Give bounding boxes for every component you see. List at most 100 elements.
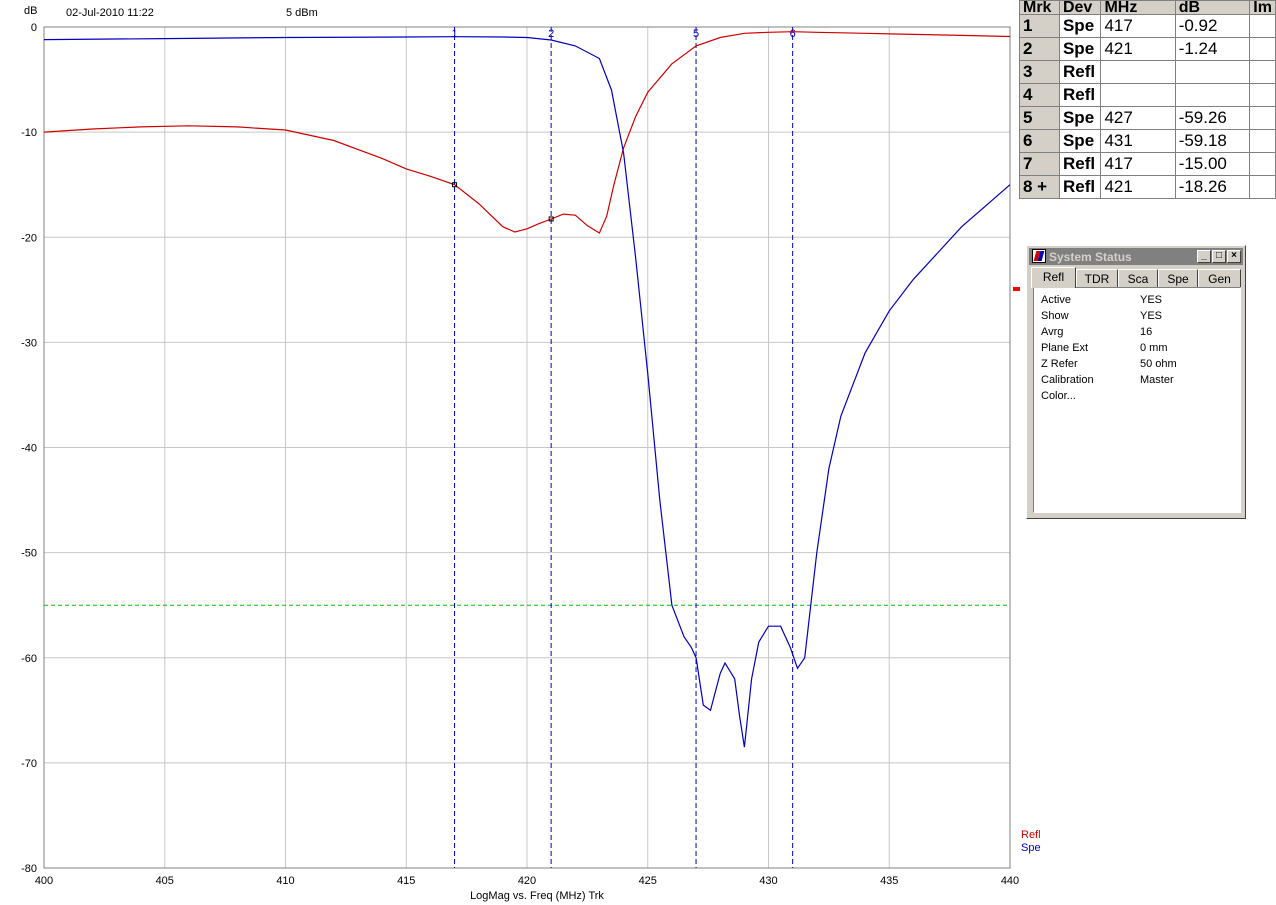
table-row[interactable]: 8 + Refl 421 -18.26 xyxy=(1019,175,1276,199)
status-value[interactable]: Master xyxy=(1140,374,1174,386)
col-dev: Dev xyxy=(1058,0,1102,15)
mhz-cell: 421 xyxy=(1100,37,1176,61)
y-tick-label: 0 xyxy=(31,22,37,34)
status-label: Calibration xyxy=(1041,374,1094,386)
db-cell: -1.24 xyxy=(1174,37,1251,61)
mhz-cell: 431 xyxy=(1100,129,1176,153)
app-logo-icon xyxy=(1032,249,1046,263)
table-row[interactable]: 5 Spe 427 -59.26 xyxy=(1019,106,1276,130)
db-cell: -0.92 xyxy=(1174,14,1251,38)
y-tick-label: -50 xyxy=(21,548,37,560)
marker-label: 6 xyxy=(790,28,796,40)
y-tick-label: -60 xyxy=(21,653,37,665)
status-value[interactable]: YES xyxy=(1140,310,1162,322)
reference-level-marker[interactable] xyxy=(1013,287,1020,291)
legend-refl: Refl xyxy=(1021,829,1041,841)
status-label: Z Refer xyxy=(1041,358,1078,370)
mhz-cell: 417 xyxy=(1100,152,1176,176)
status-title-bar[interactable]: System Status _ □ × xyxy=(1029,248,1243,265)
im-cell xyxy=(1249,60,1276,84)
mhz-cell: 427 xyxy=(1100,106,1176,130)
table-row[interactable]: 1 Spe 417 -0.92 xyxy=(1019,14,1276,38)
x-tick-label: 405 xyxy=(156,875,174,887)
im-cell xyxy=(1249,152,1276,176)
tab-spe[interactable]: Spe xyxy=(1158,269,1198,287)
im-cell xyxy=(1249,37,1276,61)
x-tick-label: 420 xyxy=(518,875,536,887)
y-tick-label: -20 xyxy=(21,232,37,244)
x-tick-label: 435 xyxy=(880,875,898,887)
mrk-cell: 1 xyxy=(1019,14,1060,38)
x-tick-label: 425 xyxy=(639,875,657,887)
table-row[interactable]: 4 Refl xyxy=(1019,83,1276,107)
x-axis-label: LogMag vs. Freq (MHz) Trk xyxy=(470,890,604,902)
col-mhz: MHz xyxy=(1100,0,1176,15)
col-mrk: Mrk xyxy=(1019,0,1060,15)
x-tick-label: 400 xyxy=(35,875,53,887)
table-row[interactable]: 3 Refl xyxy=(1019,60,1276,84)
tab-sca[interactable]: Sca xyxy=(1118,269,1158,287)
table-row[interactable]: 7 Refl 417 -15.00 xyxy=(1019,152,1276,176)
status-label: Show xyxy=(1041,310,1069,322)
mrk-cell: 3 xyxy=(1019,60,1060,84)
x-tick-label: 415 xyxy=(397,875,415,887)
mhz-cell xyxy=(1100,83,1176,107)
dev-cell: Spe xyxy=(1058,129,1102,153)
maximize-button[interactable]: □ xyxy=(1212,250,1226,263)
status-value[interactable]: YES xyxy=(1140,294,1162,306)
status-label: Plane Ext xyxy=(1041,342,1089,354)
dev-cell: Refl xyxy=(1058,83,1102,107)
y-unit-label: dB xyxy=(24,5,38,17)
mhz-cell: 417 xyxy=(1100,14,1176,38)
db-cell xyxy=(1174,83,1251,107)
mhz-cell: 421 xyxy=(1100,175,1176,199)
im-cell xyxy=(1249,129,1276,153)
mrk-cell: 6 xyxy=(1019,129,1060,153)
db-cell: -15.00 xyxy=(1174,152,1251,176)
dev-cell: Spe xyxy=(1058,14,1102,38)
legend-spe: Spe xyxy=(1021,842,1041,854)
status-panel: Active YES Show YES Avrg 16 Plane Ext 0 … xyxy=(1033,287,1241,513)
table-row[interactable]: 6 Spe 431 -59.18 xyxy=(1019,129,1276,153)
table-row[interactable]: 2 Spe 421 -1.24 xyxy=(1019,37,1276,61)
db-cell xyxy=(1174,60,1251,84)
dev-cell: Spe xyxy=(1058,37,1102,61)
status-value[interactable]: 16 xyxy=(1140,326,1152,338)
db-cell: -59.18 xyxy=(1174,129,1251,153)
dev-cell: Refl xyxy=(1058,152,1102,176)
mrk-cell: 2 xyxy=(1019,37,1060,61)
marker-label: 2 xyxy=(548,28,554,40)
im-cell xyxy=(1249,14,1276,38)
minimize-button[interactable]: _ xyxy=(1197,250,1211,263)
status-label: Avrg xyxy=(1041,326,1064,338)
tab-gen[interactable]: Gen xyxy=(1198,269,1241,287)
marker-label: 1 xyxy=(451,28,457,40)
marker-table: Mrk Dev MHz dB Im 1 Spe 417 -0.92 2 Spe 421 -1… xyxy=(1019,0,1276,199)
system-status-window[interactable]: System Status _ □ × Refl TDR Sca Spe Gen… xyxy=(1026,245,1246,519)
tab-refl[interactable]: Refl xyxy=(1031,267,1076,288)
y-tick-label: -40 xyxy=(21,443,37,455)
dev-cell: Refl xyxy=(1058,60,1102,84)
marker-label: 5 xyxy=(693,28,699,40)
y-tick-label: -10 xyxy=(21,127,37,139)
color-option[interactable]: Color... xyxy=(1041,390,1076,402)
status-window-title: System Status xyxy=(1049,250,1132,264)
col-db: dB xyxy=(1174,0,1251,15)
im-cell xyxy=(1249,83,1276,107)
mrk-cell: 4 xyxy=(1019,83,1060,107)
y-tick-label: -70 xyxy=(21,758,37,770)
db-cell: -18.26 xyxy=(1174,175,1251,199)
status-value[interactable]: 50 ohm xyxy=(1140,358,1177,370)
status-value[interactable]: 0 mm xyxy=(1140,342,1168,354)
x-tick-label: 430 xyxy=(759,875,777,887)
mrk-cell: 8 + xyxy=(1019,175,1060,199)
im-cell xyxy=(1249,175,1276,199)
db-cell: -59.26 xyxy=(1174,106,1251,130)
tab-tdr[interactable]: TDR xyxy=(1076,269,1118,287)
dev-cell: Refl xyxy=(1058,175,1102,199)
close-button[interactable]: × xyxy=(1227,250,1241,263)
col-im: Im xyxy=(1249,0,1276,15)
x-tick-label: 410 xyxy=(276,875,294,887)
x-tick-label: 440 xyxy=(1001,875,1019,887)
status-label: Active xyxy=(1041,294,1071,306)
